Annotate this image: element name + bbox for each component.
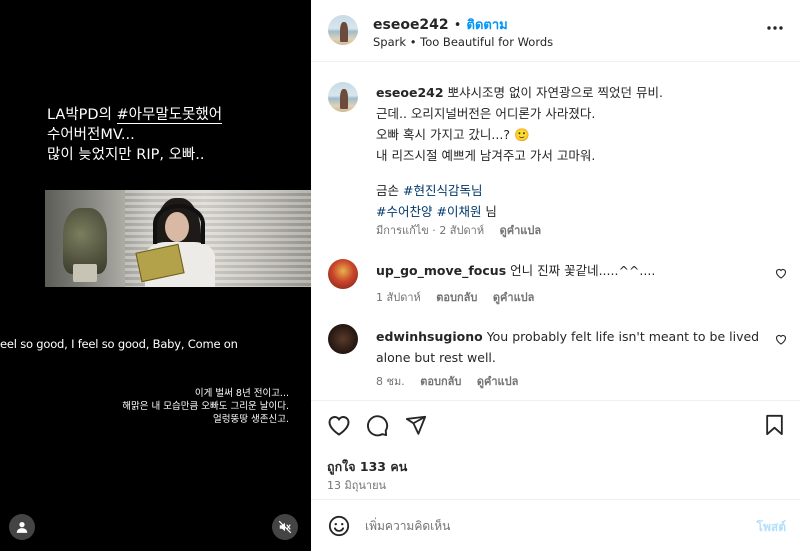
caption-line: 내 리즈시절 예쁘게 남겨주고 가서 고마워. [376,148,596,163]
comment-username[interactable]: up_go_move_focus [376,263,506,278]
post-date[interactable]: 13 มิถุนายน [327,476,386,494]
caption-time[interactable]: 2 สัปดาห์ [439,224,484,237]
comment-like-button[interactable] [775,334,787,345]
see-translation-link[interactable]: ดูคำแปล [477,375,519,388]
mute-button[interactable] [272,514,298,540]
hashtag-link[interactable]: #수어찬양 [376,204,432,219]
caption-line-2: 수어버전MV... [47,127,135,143]
avatar[interactable] [328,82,358,112]
emoji-button[interactable] [328,515,350,537]
emoji-icon [328,515,350,537]
tagged-user-button[interactable] [9,514,35,540]
more-horizontal-icon [767,26,783,30]
edited-label: มีการแก้ไข [376,224,429,237]
reply-button[interactable]: ตอบกลับ [420,375,461,388]
heart-icon [775,268,787,279]
korean-subtitle-line: 이게 벌써 8년 전이고... [194,388,289,399]
caption-line: 금손 [376,183,403,198]
post-details-panel: eseoe242 • ติดตาม Spark • Too Beautiful … [311,0,800,551]
post-actions: ถูกใจ 133 คน 13 มิถุนายน [311,401,800,499]
korean-subtitle: 이게 벌써 8년 전이고... 해맑은 내 모습만큼 오빠도 그리운 날이다. … [122,387,289,426]
share-button[interactable] [405,414,427,436]
separator-dot: • [453,18,462,33]
english-subtitle: eel so good, I feel so good, Baby, Come … [0,337,238,351]
heart-icon [328,416,350,436]
hashtag-link[interactable]: #현진식감독님 [403,183,482,198]
caption-username[interactable]: eseoe242 [376,85,444,100]
caption-meta: มีการแก้ไข · 2 สัปดาห์ ดูคำแปล [376,224,542,237]
reply-button[interactable]: ตอบกลับ [436,291,477,304]
comment-username[interactable]: edwinhsugiono [376,329,483,344]
muted-speaker-icon [278,520,292,534]
comment-meta: 1 สัปดาห์ ตอบกลับ ดูคำแปล [376,288,534,306]
video-frame-image [45,190,311,287]
headphones [153,204,205,244]
caption-line: 근데.. 오리지널버전은 어디론가 사라졌다. [376,106,596,121]
post-header: eseoe242 • ติดตาม Spark • Too Beautiful … [311,0,800,62]
follow-button[interactable]: ติดตาม [467,18,508,33]
see-translation-link[interactable]: ดูคำแปล [493,291,535,304]
comment-body: up_go_move_focus 언니 진짜 꽃같네.....^^.... [376,260,756,281]
comment-composer: โพสต์ [311,500,800,551]
comment-text: alone but rest well. [376,350,496,365]
reel-video-player[interactable]: LA박PD의 #아무말도못했어 수어버전MV... 많이 늦었지만 RIP, 오… [0,0,311,551]
bookmark-icon [766,414,783,436]
user-icon [16,522,28,533]
plant-pot [73,264,97,282]
audio-track-link[interactable]: Spark • Too Beautiful for Words [373,35,553,49]
send-icon [405,415,427,435]
comment-input[interactable] [365,516,705,536]
caption-line-3: 많이 늦었지만 RIP, 오빠.. [47,147,205,163]
comment-text: 언니 진짜 꽃같네.....^^.... [510,263,656,278]
avatar[interactable] [328,324,358,354]
comments-list: eseoe242 뽀샤시조명 없이 자연광으로 찍었던 뮤비. 근데.. 오리지… [311,62,800,402]
caption-body: eseoe242 뽀샤시조명 없이 자연광으로 찍었던 뮤비. 근데.. 오리지… [376,82,776,222]
comment-time[interactable]: 1 สัปดาห์ [376,291,421,304]
heart-icon [775,334,787,345]
comment-body: edwinhsugiono You probably felt life isn… [376,326,776,368]
comment-button[interactable] [366,414,389,437]
korean-subtitle-line: 얼렁뚱땅 생존신고. [213,414,289,425]
comment-like-button[interactable] [775,268,787,279]
korean-subtitle-line: 해맑은 내 모습만큼 오빠도 그리운 날이다. [122,401,289,412]
video-overlay-caption: LA박PD의 #아무말도못했어 수어버전MV... 많이 늦었지만 RIP, 오… [47,105,223,165]
like-button[interactable] [327,414,351,436]
like-count[interactable]: ถูกใจ 133 คน [327,457,407,477]
comment-text: You probably felt life isn't meant to be… [486,329,760,344]
post-button[interactable]: โพสต์ [757,518,786,537]
comment-icon [367,415,389,437]
save-button[interactable] [765,414,784,436]
caption-hashtag: #아무말도못했어 [116,107,223,124]
caption-prefix: LA박PD의 [47,107,117,123]
see-translation-link[interactable]: ดูคำแปล [500,224,542,237]
comment-time[interactable]: 8 ชม. [376,375,405,388]
caption-line: 뽀샤시조명 없이 자연광으로 찍었던 뮤비. [447,85,663,100]
avatar[interactable] [328,15,358,45]
more-options-button[interactable] [766,25,784,31]
comment-meta: 8 ชม. ตอบกลับ ดูคำแปล [376,372,518,390]
caption-line: 님 [481,204,497,219]
caption-line: 오빠 혹시 가지고 갔니...? 🙂 [376,127,530,142]
author-username[interactable]: eseoe242 [373,17,449,33]
hashtag-link[interactable]: #이채원 [436,204,481,219]
avatar[interactable] [328,259,358,289]
